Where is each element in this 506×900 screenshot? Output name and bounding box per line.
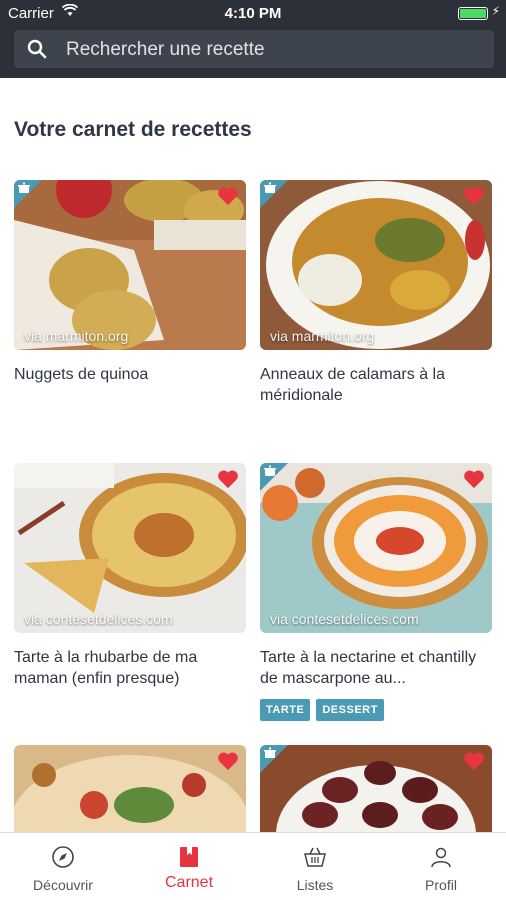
recipe-image[interactable]: via contesetdelices.com	[14, 463, 246, 633]
book-icon	[180, 847, 198, 867]
tab-profil[interactable]: Profil	[378, 833, 504, 900]
heart-icon[interactable]	[217, 469, 239, 489]
heart-icon[interactable]	[463, 469, 485, 489]
recipe-image[interactable]: via marmiton.org	[260, 180, 492, 350]
recipe-title[interactable]: Nuggets de quinoa	[14, 364, 246, 385]
source-label: via marmiton.org	[270, 328, 375, 344]
recipe-card[interactable]: via marmiton.org Anneaux de calamars à l…	[260, 180, 492, 406]
recipe-title[interactable]: Tarte à la nectarine et chantilly de mas…	[260, 647, 492, 689]
search-placeholder: Rechercher une recette	[66, 39, 265, 60]
pot-icon	[264, 182, 276, 193]
tab-label: Listes	[296, 877, 334, 893]
tab-label: Profil	[425, 877, 457, 893]
recipe-title[interactable]: Tarte à la rhubarbe de ma maman (enfin p…	[14, 647, 246, 689]
recipe-card[interactable]: via contesetdelices.com Tarte à la necta…	[260, 463, 492, 721]
heart-icon[interactable]	[217, 751, 239, 771]
heart-icon[interactable]	[463, 751, 485, 771]
status-bar: Carrier 4:10 PM ⚡	[0, 0, 506, 26]
clock: 4:10 PM	[224, 5, 282, 22]
source-label: via contesetdelices.com	[270, 611, 419, 627]
recipe-card[interactable]: via contesetdelices.com Tarte à la rhuba…	[14, 463, 246, 689]
tab-label: Découvrir	[33, 877, 93, 893]
tag-dessert[interactable]: DESSERT	[316, 699, 384, 721]
top-bar: Carrier 4:10 PM ⚡ Rechercher une recette	[0, 0, 506, 78]
pot-icon	[18, 182, 30, 193]
heart-icon[interactable]	[217, 186, 239, 206]
source-label: via marmiton.org	[24, 328, 129, 344]
recipe-image[interactable]: via contesetdelices.com	[260, 463, 492, 633]
person-icon	[431, 847, 451, 868]
recipe-image[interactable]: via marmiton.org	[14, 180, 246, 350]
calamars-photo	[260, 180, 492, 350]
source-label: via contesetdelices.com	[24, 611, 173, 627]
page-title: Votre carnet de recettes	[14, 118, 252, 141]
tab-bar: Découvrir Carnet Listes Profil	[0, 832, 506, 900]
battery-icon	[458, 7, 488, 20]
compass-icon	[52, 846, 74, 868]
search-icon	[27, 39, 47, 59]
search-input[interactable]: Rechercher une recette	[14, 30, 494, 68]
tag-list: TARTE DESSERT	[260, 699, 492, 721]
tab-listes[interactable]: Listes	[252, 833, 378, 900]
nuggets-photo	[14, 180, 246, 350]
tag-tarte[interactable]: TARTE	[260, 699, 311, 721]
recipe-card[interactable]: via marmiton.org Nuggets de quinoa	[14, 180, 246, 385]
pot-icon	[264, 747, 276, 758]
pot-icon	[264, 465, 276, 476]
tab-label: Carnet	[164, 874, 214, 891]
nectarine-tart-photo	[260, 463, 492, 633]
recipe-title[interactable]: Anneaux de calamars à la méridionale	[260, 364, 492, 406]
rhubarb-tart-photo	[14, 463, 246, 633]
charging-icon: ⚡	[491, 4, 500, 18]
heart-icon[interactable]	[463, 186, 485, 206]
basket-icon	[304, 847, 326, 867]
tab-carnet[interactable]: Carnet	[126, 833, 252, 900]
tab-decouvrir[interactable]: Découvrir	[0, 833, 126, 900]
